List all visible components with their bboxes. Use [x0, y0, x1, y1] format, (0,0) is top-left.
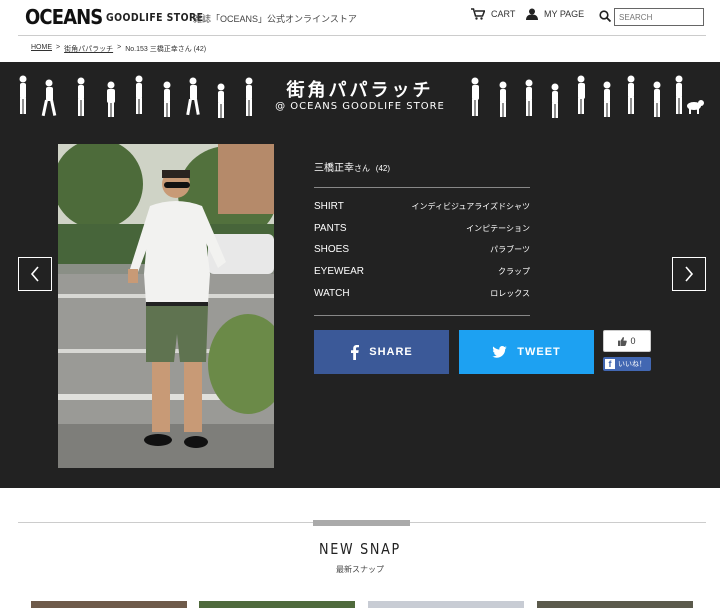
tweet-label: TWEET	[517, 346, 561, 358]
like-label: いいね！	[618, 361, 646, 368]
subject-age: (42)	[375, 164, 391, 173]
breadcrumb-home[interactable]: HOME	[31, 44, 52, 54]
thumbs-up-icon	[618, 336, 628, 346]
share-label: SHARE	[369, 346, 413, 358]
snap-hero: 街角パパラッチ @ OCEANS GOODLIFE STORE 三橋正幸さん (…	[0, 62, 720, 488]
site-header: OCEANS GOODLIFE STORE 雑誌「OCEANS」公式オンラインス…	[0, 0, 720, 36]
store-name[interactable]: GOODLIFE STORE	[106, 11, 203, 24]
spec-key: SHIRT	[314, 201, 344, 212]
facebook-share-button[interactable]: SHARE	[314, 330, 449, 374]
breadcrumb-section[interactable]: 街角パパラッチ	[64, 44, 113, 54]
breadcrumb: HOME > 街角パパラッチ > No.153 三橋正幸さん (42)	[31, 44, 206, 54]
subject-honorific: さん	[354, 164, 370, 173]
previous-snap-button[interactable]	[18, 257, 52, 291]
spec-row: SHIRT インディビジュアライズドシャツ	[314, 201, 530, 212]
people-silhouettes-left-icon	[19, 75, 253, 118]
like-count: 0	[630, 336, 636, 346]
snap-thumbnail[interactable]	[31, 601, 187, 608]
snap-thumbnail[interactable]	[368, 601, 524, 608]
snap-photo	[58, 144, 274, 468]
spec-key: EYEWEAR	[314, 266, 365, 277]
breadcrumb-separator: >	[117, 44, 122, 51]
spec-divider-top	[314, 187, 530, 188]
spec-value: ロレックス	[490, 289, 530, 298]
spec-value: パラブーツ	[490, 245, 530, 254]
new-snap-tab-marker	[313, 520, 410, 526]
user-icon	[526, 8, 538, 20]
header-divider	[18, 35, 706, 36]
snap-thumbnail[interactable]	[537, 601, 693, 608]
spec-row: PANTS インピテーション	[314, 223, 530, 234]
mypage-label: MY PAGE	[544, 9, 585, 19]
oceans-logo[interactable]: OCEANS	[25, 5, 103, 29]
spec-value: インディビジュアライズドシャツ	[411, 202, 530, 211]
people-silhouettes-right-icon	[471, 75, 704, 118]
cart-label: CART	[491, 9, 516, 19]
spec-key: PANTS	[314, 223, 347, 234]
spec-row: SHOES パラブーツ	[314, 244, 530, 255]
tagline: 雑誌「OCEANS」公式オンラインストア	[193, 14, 357, 24]
facebook-icon: f	[605, 359, 615, 369]
spec-key: WATCH	[314, 288, 350, 299]
spec-divider-bottom	[314, 315, 530, 316]
chevron-left-icon	[30, 266, 39, 282]
cart-link[interactable]: CART	[471, 8, 515, 20]
facebook-like-button[interactable]: f いいね！	[603, 357, 651, 371]
new-snap-subtitle: 最新スナップ	[336, 565, 384, 574]
spec-key: SHOES	[314, 244, 350, 255]
new-snap-title: NEW SNAP	[319, 540, 401, 558]
spec-row: EYEWEAR クラップ	[314, 266, 530, 277]
twitter-tweet-button[interactable]: TWEET	[459, 330, 594, 374]
search-icon[interactable]	[599, 10, 611, 22]
spec-value: インピテーション	[466, 224, 530, 233]
cart-icon	[471, 8, 485, 20]
like-count-bubble: 0	[603, 330, 651, 352]
subject-name: 三橋正幸さん (42)	[314, 159, 390, 174]
spec-row: WATCH ロレックス	[314, 288, 530, 299]
next-snap-button[interactable]	[672, 257, 706, 291]
breadcrumb-separator: >	[56, 44, 61, 51]
spec-value: クラップ	[498, 267, 530, 276]
chevron-right-icon	[685, 266, 694, 282]
search-input[interactable]	[614, 8, 704, 26]
snap-thumbnail[interactable]	[199, 601, 355, 608]
breadcrumb-current: No.153 三橋正幸さん (42)	[125, 46, 207, 53]
mypage-link[interactable]: MY PAGE	[526, 8, 584, 20]
subject-name-text: 三橋正幸	[314, 163, 354, 174]
twitter-bird-icon	[492, 346, 507, 358]
facebook-icon	[351, 344, 360, 360]
